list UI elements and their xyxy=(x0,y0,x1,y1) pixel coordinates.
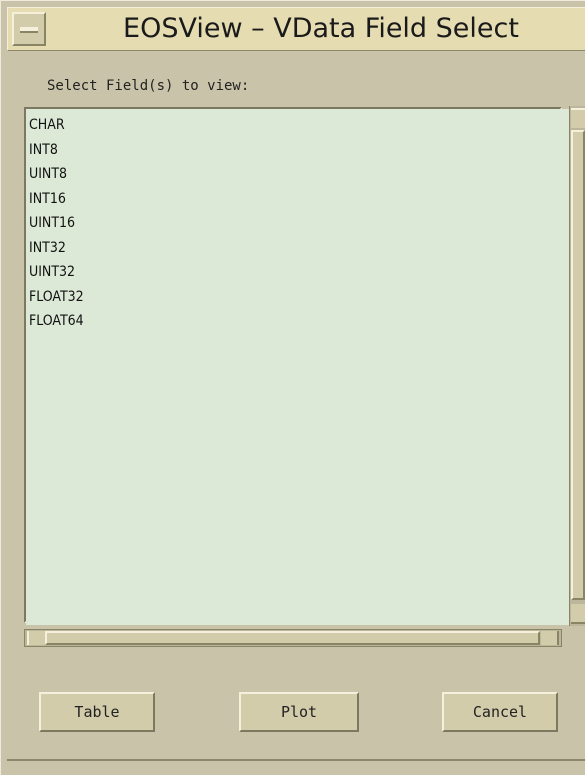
scroll-left-arrow-icon[interactable] xyxy=(27,631,45,645)
window-title: EOSView – VData Field Select xyxy=(123,13,519,44)
list-item[interactable]: CHAR xyxy=(26,113,84,138)
window-bottom-edge xyxy=(7,759,585,761)
scroll-up-arrow-icon[interactable] xyxy=(571,108,585,128)
scroll-right-arrow-icon[interactable] xyxy=(541,631,559,645)
list-item[interactable]: UINT8 xyxy=(26,162,84,187)
title-bar[interactable]: EOSView – VData Field Select xyxy=(7,7,585,51)
list-item[interactable]: UINT16 xyxy=(26,211,84,236)
dialog-window: EOSView – VData Field Select Select Fiel… xyxy=(0,0,585,775)
field-select-prompt: Select Field(s) to view: xyxy=(47,78,250,94)
list-item[interactable]: INT16 xyxy=(26,187,84,212)
horizontal-scroll-thumb[interactable] xyxy=(45,631,540,645)
list-item[interactable]: FLOAT64 xyxy=(26,309,84,334)
list-item[interactable]: INT8 xyxy=(26,138,84,163)
horizontal-scrollbar[interactable] xyxy=(24,629,562,647)
vertical-scrollbar[interactable] xyxy=(569,106,585,626)
window-menu-button[interactable] xyxy=(12,12,46,46)
field-list-area[interactable]: CHAR INT8 UINT8 INT16 UINT16 INT32 UINT3… xyxy=(26,109,570,625)
vertical-scroll-thumb[interactable] xyxy=(571,130,585,600)
field-list[interactable]: CHAR INT8 UINT8 INT16 UINT16 INT32 UINT3… xyxy=(24,107,570,625)
field-list-items: CHAR INT8 UINT8 INT16 UINT16 INT32 UINT3… xyxy=(26,113,84,334)
list-item[interactable]: FLOAT32 xyxy=(26,285,84,310)
plot-button[interactable]: Plot xyxy=(239,692,359,732)
window-menu-icon xyxy=(20,27,38,33)
table-button[interactable]: Table xyxy=(39,692,155,732)
list-item[interactable]: INT32 xyxy=(26,236,84,261)
cancel-button[interactable]: Cancel xyxy=(442,692,558,732)
scroll-down-arrow-icon[interactable] xyxy=(571,604,585,624)
list-item[interactable]: UINT32 xyxy=(26,260,84,285)
